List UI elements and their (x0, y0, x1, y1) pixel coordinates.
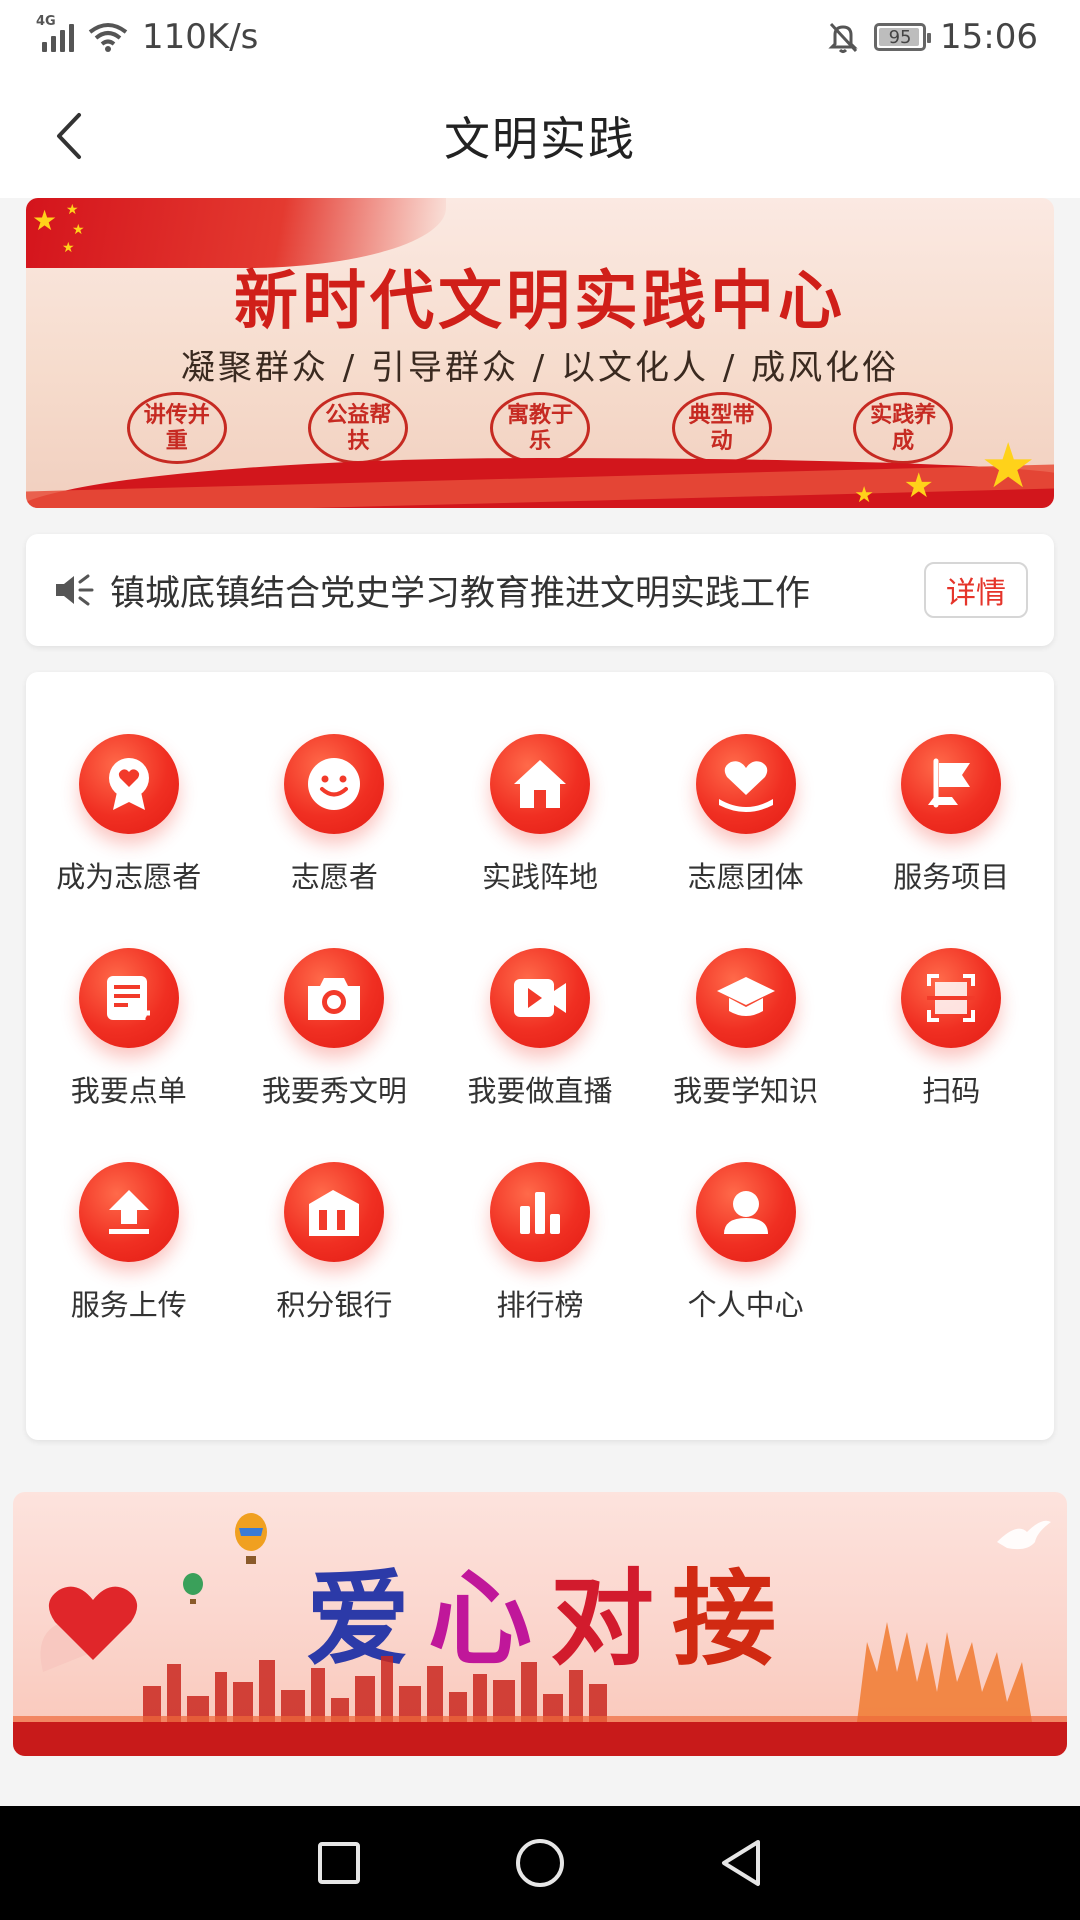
dove-icon (997, 1520, 1051, 1550)
grid-item-label: 积分银行 (276, 1288, 393, 1322)
seal: 寓教于乐 (489, 392, 590, 464)
smile-icon (308, 758, 361, 810)
detail-button[interactable]: 详情 (924, 562, 1028, 618)
grid-item-points-bank[interactable]: 积分银行 (232, 1162, 438, 1324)
order-icon (106, 976, 150, 1020)
scan-icon (927, 974, 976, 1022)
grid-item-become-volunteer[interactable]: 成为志愿者 (26, 734, 232, 896)
back-button[interactable] (38, 102, 98, 170)
grid-item-personal-center[interactable]: 个人中心 (643, 1162, 849, 1324)
star-icon: ★ (854, 483, 874, 508)
banner-subtitle: 凝聚群众 / 引导群众 / 以文化人 / 成风化俗 (180, 348, 900, 388)
grid-item-label: 实践阵地 (481, 860, 598, 894)
seal: 实践养成 (853, 392, 954, 464)
star-icon: ★ (32, 204, 58, 237)
recent-apps-button[interactable] (314, 1838, 364, 1888)
seal: 讲传并重 (126, 392, 227, 464)
home-button[interactable] (513, 1836, 567, 1890)
speaker-icon (56, 574, 94, 606)
seal: 公益帮扶 (308, 392, 409, 464)
upload-icon (108, 1190, 149, 1234)
bank-icon (309, 1190, 360, 1236)
feature-grid-card: 成为志愿者 志愿者 实践阵地 志愿团体 服务项目 我要点单 我要秀文明 我要做直… (26, 672, 1054, 1440)
grid-item-label: 服务上传 (70, 1288, 187, 1322)
grid-item-live-stream[interactable]: 我要做直播 (437, 948, 643, 1110)
battery-icon: 95 (874, 23, 932, 51)
grid-item-label: 排行榜 (496, 1288, 584, 1322)
banner-seals: 讲传并重 公益帮扶 寓教于乐 典型带动 实践养成 (26, 392, 1054, 464)
mute-bell-icon (828, 22, 858, 53)
banner-title: 新时代文明实践中心 (234, 264, 846, 339)
clock: 15:06 (940, 17, 1038, 57)
ribbon-decoration (13, 1722, 1067, 1756)
grid-item-service-upload[interactable]: 服务上传 (26, 1162, 232, 1324)
home-icon (513, 760, 566, 808)
grid-item-label: 我要做直播 (467, 1074, 613, 1108)
seal: 典型带动 (671, 392, 772, 464)
grid-item-leaderboard[interactable]: 排行榜 (437, 1162, 643, 1324)
flag-icon (928, 758, 971, 808)
feature-grid: 成为志愿者 志愿者 实践阵地 志愿团体 服务项目 我要点单 我要秀文明 我要做直… (26, 734, 1054, 1324)
video-icon (513, 979, 566, 1017)
grid-item-label: 个人中心 (687, 1288, 804, 1322)
cellular-signal-icon: 4G (36, 14, 74, 52)
grid-item-label: 我要学知识 (673, 1074, 819, 1108)
chevron-left-icon (57, 113, 81, 159)
grid-item-practice-base[interactable]: 实践阵地 (437, 734, 643, 896)
grid-item-scan[interactable]: 扫码 (848, 948, 1054, 1110)
grid-item-label: 服务项目 (893, 860, 1010, 894)
grid-item-label: 成为志愿者 (56, 860, 202, 894)
wifi-icon (88, 23, 128, 52)
banner-love-connection[interactable]: 爱心对接 (13, 1492, 1067, 1756)
system-nav-bar (0, 1806, 1080, 1920)
grid-item-label: 扫码 (922, 1074, 981, 1108)
status-left: 4G 110K/s (36, 14, 259, 57)
battery-level: 95 (888, 26, 912, 48)
grid-item-learn-knowledge[interactable]: 我要学知识 (643, 948, 849, 1110)
grid-item-label: 我要点单 (70, 1074, 187, 1108)
hand-heart-icon (718, 761, 773, 812)
header: 文明实践 (0, 74, 1080, 198)
grid-item-volunteer-groups[interactable]: 志愿团体 (643, 734, 849, 896)
network-speed: 110K/s (142, 17, 259, 57)
status-bar: 4G 110K/s 95 15:06 (0, 0, 1080, 74)
grid-item-label: 志愿团体 (687, 860, 804, 894)
grid-item-volunteers[interactable]: 志愿者 (232, 734, 438, 896)
grid-item-label: 志愿者 (290, 860, 378, 894)
banner-civilization-center[interactable]: ★ ★ ★ ★ 新时代文明实践中心 凝聚群众 / 引导群众 / 以文化人 / 成… (26, 198, 1054, 508)
badge-heart-icon (108, 758, 149, 810)
graduation-cap-icon (716, 977, 775, 1016)
network-type: 4G (36, 14, 56, 29)
notice-text[interactable]: 镇城底镇结合党史学习教育推进文明实践工作 (110, 565, 924, 616)
news-notice-bar[interactable]: 镇城底镇结合党史学习教育推进文明实践工作 详情 (26, 534, 1054, 646)
user-icon (723, 1191, 768, 1234)
star-icon: ★ (72, 222, 85, 238)
grid-item-label: 我要秀文明 (261, 1074, 407, 1108)
grid-item-service-projects[interactable]: 服务项目 (848, 734, 1054, 896)
star-icon: ★ (66, 202, 79, 218)
camera-icon (308, 978, 361, 1020)
bar-chart-icon (519, 1192, 560, 1234)
back-nav-button[interactable] (716, 1836, 766, 1890)
star-icon: ★ (980, 429, 1036, 502)
star-icon: ★ (903, 466, 934, 506)
page-title: 文明实践 (444, 112, 636, 166)
grid-item-place-order[interactable]: 我要点单 (26, 948, 232, 1110)
grid-item-show-civilization[interactable]: 我要秀文明 (232, 948, 438, 1110)
status-right: 95 15:06 (826, 17, 1038, 57)
